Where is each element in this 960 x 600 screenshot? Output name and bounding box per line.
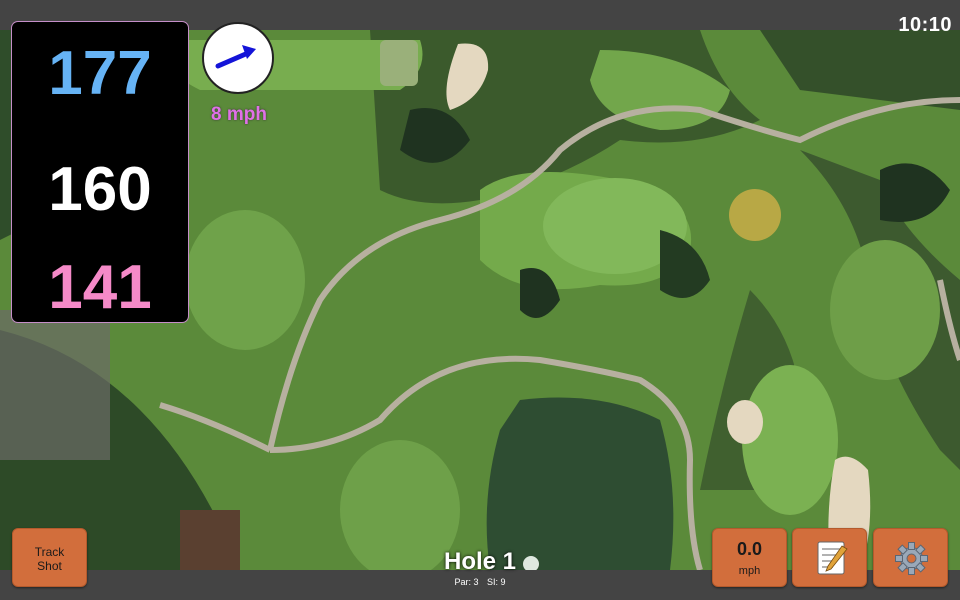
wind-direction-indicator xyxy=(202,22,274,94)
hole-meta: Par: 3 SI: 9 xyxy=(380,577,580,587)
distance-middle: 160 xyxy=(48,155,152,224)
notes-button[interactable] xyxy=(792,528,867,587)
track-shot-button[interactable]: Track Shot xyxy=(12,528,87,587)
distance-panel: 177 160 141 xyxy=(12,22,188,322)
clock: 10:10 xyxy=(898,14,952,36)
hole-si: SI: 9 xyxy=(487,577,506,587)
hole-title: Hole 1 xyxy=(443,548,517,575)
track-shot-label-line1: Track xyxy=(34,545,65,559)
track-shot-label-line2: Shot xyxy=(37,559,62,573)
gear-icon xyxy=(895,542,928,575)
distance-front: 141 xyxy=(48,253,152,322)
speed-unit: mph xyxy=(738,565,761,577)
arrow-icon xyxy=(215,45,256,69)
settings-button[interactable] xyxy=(873,528,948,587)
speed-button[interactable]: 0.0 mph xyxy=(712,528,787,587)
wind-speed: 8 mph xyxy=(211,104,267,125)
speed-value: 0.0 xyxy=(736,539,763,559)
memo-icon xyxy=(817,541,848,575)
hole-par: Par: 3 xyxy=(454,577,479,587)
distance-back: 177 xyxy=(48,39,152,108)
